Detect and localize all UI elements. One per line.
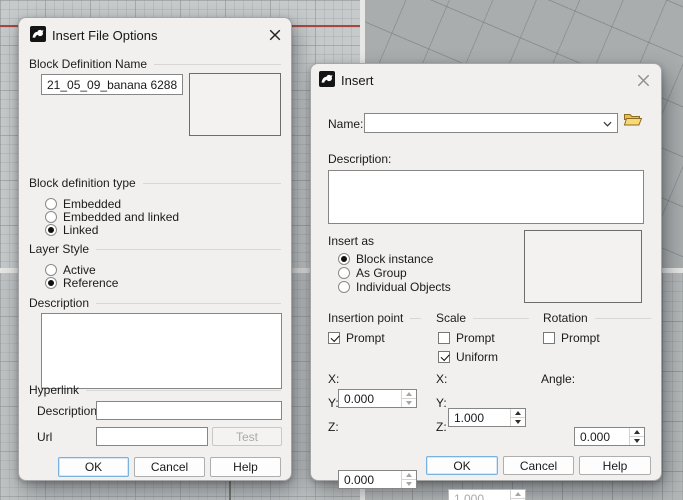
insert-preview-box: [524, 230, 642, 303]
insertion-x-field[interactable]: [338, 389, 417, 408]
radio-icon[interactable]: [338, 267, 350, 279]
radio-icon[interactable]: [45, 198, 57, 210]
checkbox-checked-icon[interactable]: [328, 332, 340, 344]
description-textarea[interactable]: [328, 170, 644, 224]
radio-active[interactable]: Active: [45, 263, 96, 277]
spinner-arrows-icon[interactable]: [510, 409, 525, 426]
hyperlink-header: Hyperlink: [29, 383, 281, 397]
insertion-y-label: Y:: [328, 396, 339, 410]
name-combobox-input[interactable]: [365, 114, 617, 132]
radio-linked[interactable]: Linked: [45, 223, 98, 237]
insertion-x-label: X:: [328, 372, 340, 386]
description-header: Description: [29, 296, 281, 310]
radio-selected-icon[interactable]: [45, 277, 57, 289]
hyperlink-description-input[interactable]: [96, 401, 282, 420]
uniform-checkbox[interactable]: Uniform: [438, 350, 498, 364]
url-label: Url: [37, 430, 53, 444]
checkbox-checked-icon[interactable]: [438, 351, 450, 363]
radio-selected-icon[interactable]: [45, 224, 57, 236]
checkbox-icon[interactable]: [438, 332, 450, 344]
close-icon[interactable]: [635, 72, 651, 88]
name-label: Name:: [328, 117, 364, 131]
insert-file-options-dialog: Insert File Options Block Definition Nam…: [18, 17, 292, 481]
radio-reference[interactable]: Reference: [45, 276, 118, 290]
radio-selected-icon[interactable]: [338, 253, 350, 265]
block-definition-name-input[interactable]: [41, 74, 183, 95]
rhino-app-icon: [319, 71, 335, 87]
open-folder-icon[interactable]: [623, 111, 643, 128]
scale-y-label: Y:: [436, 396, 447, 410]
description-label: Description:: [328, 152, 392, 166]
radio-icon[interactable]: [45, 211, 57, 223]
block-definition-name-header: Block Definition Name: [29, 57, 281, 71]
radio-embedded-and-linked[interactable]: Embedded and linked: [45, 210, 179, 224]
insertion-prompt-checkbox[interactable]: Prompt: [328, 331, 385, 345]
chevron-down-icon[interactable]: [603, 116, 612, 130]
spinner-arrows-icon[interactable]: [629, 428, 644, 445]
radio-block-instance[interactable]: Block instance: [338, 252, 433, 266]
spinner-arrows-icon[interactable]: [401, 390, 416, 407]
rotation-prompt-checkbox[interactable]: Prompt: [543, 331, 600, 345]
hyperlink-description-label: Description: [37, 404, 98, 418]
rhino-workspace: Insert File Options Block Definition Nam…: [0, 0, 683, 500]
scale-z-label: Z:: [436, 420, 447, 434]
scale-header: Scale: [436, 311, 529, 325]
test-button[interactable]: Test: [212, 427, 282, 446]
radio-icon[interactable]: [45, 264, 57, 276]
spinner-arrows-icon: [510, 490, 525, 500]
insertion-point-header: Insertion point: [328, 311, 421, 325]
radio-individual-objects[interactable]: Individual Objects: [338, 280, 451, 294]
radio-icon[interactable]: [338, 281, 350, 293]
angle-field[interactable]: [574, 427, 645, 446]
insertion-y-field[interactable]: [338, 470, 417, 489]
ok-button[interactable]: OK: [58, 457, 129, 477]
checkbox-icon[interactable]: [543, 332, 555, 344]
help-button[interactable]: Help: [210, 457, 281, 477]
name-combobox[interactable]: [364, 113, 618, 133]
insert-dialog: Insert Name: Description: Insert as Bloc…: [310, 63, 662, 500]
radio-embedded[interactable]: Embedded: [45, 197, 121, 211]
scale-x-label: X:: [436, 372, 448, 386]
help-button[interactable]: Help: [579, 456, 651, 475]
spinner-arrows-icon[interactable]: [401, 471, 416, 488]
angle-label: Angle:: [541, 372, 576, 386]
cancel-button[interactable]: Cancel: [134, 457, 205, 477]
dialog-title: Insert: [341, 73, 374, 88]
cancel-button[interactable]: Cancel: [503, 456, 574, 475]
block-preview-box: [189, 73, 281, 136]
block-definition-type-header: Block definition type: [29, 176, 281, 190]
scale-x-field[interactable]: [448, 408, 526, 427]
insertion-z-label: Z:: [328, 420, 339, 434]
close-icon[interactable]: [267, 27, 283, 43]
insert-as-label: Insert as: [328, 234, 375, 248]
scale-y-field: [448, 489, 526, 500]
ok-button[interactable]: OK: [426, 456, 498, 475]
layer-style-header: Layer Style: [29, 242, 281, 256]
url-input[interactable]: [96, 427, 208, 446]
radio-as-group[interactable]: As Group: [338, 266, 407, 280]
dialog-title: Insert File Options: [52, 28, 158, 43]
scale-prompt-checkbox[interactable]: Prompt: [438, 331, 495, 345]
rotation-header: Rotation: [543, 311, 651, 325]
rhino-app-icon: [30, 26, 46, 42]
description-textarea[interactable]: [41, 313, 282, 389]
